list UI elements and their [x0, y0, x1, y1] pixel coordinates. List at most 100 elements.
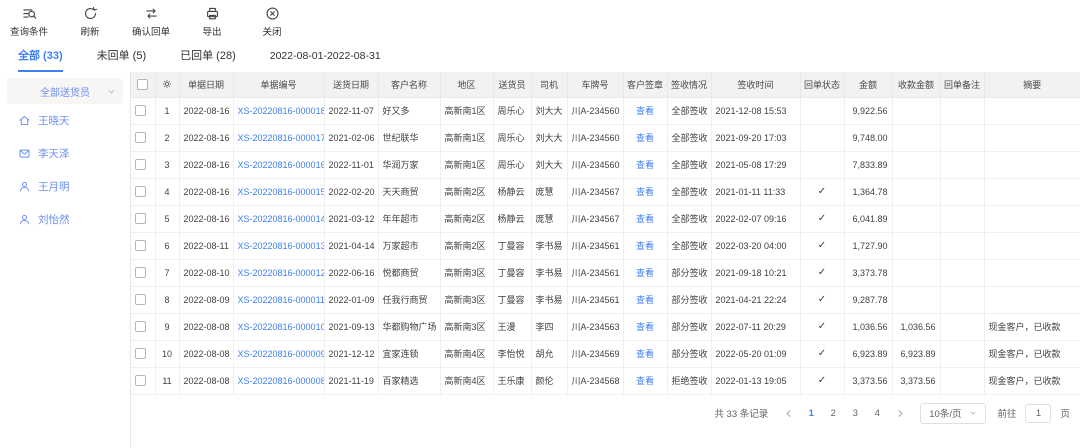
doc-no-link[interactable]: XS-20220816-000010 [238, 322, 325, 332]
cell-customer: 宜家连锁 [378, 340, 440, 367]
cell-sign_status: 部分签收 [667, 313, 711, 340]
doc-no-link[interactable]: XS-20220816-000008 [238, 376, 325, 386]
query-conditions-button[interactable]: 查询条件 [10, 6, 48, 38]
view-signature-link[interactable]: 查看 [636, 268, 654, 278]
cell-sign_time: 2021-04-21 22:24 [711, 286, 800, 313]
doc-no-link[interactable]: XS-20220816-000015 [238, 187, 325, 197]
doc-no-link[interactable]: XS-20220816-000016 [238, 160, 325, 170]
deliverer-name: 王月明 [38, 179, 70, 194]
cell-driver: 李书易 [531, 286, 567, 313]
refresh-button[interactable]: 刷新 [72, 6, 108, 38]
sidebar-item-deliverer[interactable]: 王晓天 [0, 104, 130, 137]
page-number-4[interactable]: 4 [868, 404, 886, 422]
column-settings-header[interactable] [155, 72, 179, 97]
cell-doc_date: 2022-08-16 [179, 151, 233, 178]
view-signature-link[interactable]: 查看 [636, 376, 654, 386]
export-button[interactable]: 导出 [194, 6, 230, 38]
view-signature-link[interactable]: 查看 [636, 187, 654, 197]
cell-summary [984, 232, 1080, 259]
cell-summary: 现金客户，已收款 [984, 340, 1080, 367]
close-button[interactable]: 关闭 [254, 6, 290, 38]
cell-view: 查看 [623, 313, 667, 340]
view-signature-link[interactable]: 查看 [636, 160, 654, 170]
cell-sign_status: 全部签收 [667, 151, 711, 178]
row-checkbox[interactable] [135, 240, 146, 251]
cell-plate: 川A-234567 [567, 178, 623, 205]
cell-deliverer: 王漫 [493, 313, 531, 340]
row-checkbox[interactable] [135, 105, 146, 116]
select-all-checkbox[interactable] [137, 79, 148, 90]
confirm-return-button[interactable]: 确认回单 [132, 6, 170, 38]
cell-driver: 庞慧 [531, 178, 567, 205]
doc-no-link[interactable]: XS-20220816-000014 [238, 214, 325, 224]
cell-check [131, 151, 155, 178]
page-number-3[interactable]: 3 [846, 404, 864, 422]
doc-no-link[interactable]: XS-20220816-000012 [238, 268, 325, 278]
header-sign-time: 签收时间 [711, 72, 800, 97]
table-row: 92022-08-08XS-20220816-0000102021-09-13华… [131, 313, 1080, 340]
cell-driver: 刘大大 [531, 124, 567, 151]
header-delivery-date: 送货日期 [324, 72, 378, 97]
view-signature-link[interactable]: 查看 [636, 349, 654, 359]
deliverer-filter-select[interactable]: 全部送货员 [7, 78, 123, 104]
cell-amount: 9,922.56 [844, 97, 892, 124]
gear-icon [161, 78, 173, 90]
row-checkbox[interactable] [135, 159, 146, 170]
row-checkbox[interactable] [135, 375, 146, 386]
goto-page-input[interactable] [1025, 404, 1051, 423]
sidebar-item-deliverer[interactable]: 王月明 [0, 170, 130, 203]
row-checkbox[interactable] [135, 321, 146, 332]
cell-received: 6,923.89 [892, 340, 940, 367]
cell-delivery_date: 2022-11-07 [324, 97, 378, 124]
page-size-select[interactable]: 10条/页 [920, 403, 986, 424]
sidebar-item-deliverer[interactable]: 李天泽 [0, 137, 130, 170]
chevron-down-icon [969, 409, 977, 417]
view-signature-link[interactable]: 查看 [636, 241, 654, 251]
doc-no-link[interactable]: XS-20220816-000018 [238, 106, 325, 116]
cell-view: 查看 [623, 97, 667, 124]
cell-seq: 7 [155, 259, 179, 286]
page-number-2[interactable]: 2 [824, 404, 842, 422]
home-icon [18, 114, 31, 127]
cell-check [131, 340, 155, 367]
cell-driver: 李书易 [531, 232, 567, 259]
cell-doc_date: 2022-08-08 [179, 340, 233, 367]
cell-summary [984, 205, 1080, 232]
view-signature-link[interactable]: 查看 [636, 322, 654, 332]
cell-seq: 5 [155, 205, 179, 232]
next-page-button[interactable] [891, 404, 909, 422]
cell-customer: 百家精选 [378, 367, 440, 394]
cell-received [892, 151, 940, 178]
cell-doc_no: XS-20220816-000018 [233, 97, 324, 124]
prev-page-button[interactable] [779, 404, 797, 422]
row-checkbox[interactable] [135, 267, 146, 278]
view-signature-link[interactable]: 查看 [636, 106, 654, 116]
view-signature-link[interactable]: 查看 [636, 295, 654, 305]
tab-returned[interactable]: 已回单 (28) [180, 40, 236, 72]
row-checkbox[interactable] [135, 294, 146, 305]
doc-no-link[interactable]: XS-20220816-000009 [238, 349, 325, 359]
page-number-1[interactable]: 1 [802, 404, 820, 422]
row-checkbox[interactable] [135, 186, 146, 197]
toolbar-label: 导出 [203, 24, 222, 38]
doc-no-link[interactable]: XS-20220816-000011 [238, 295, 325, 305]
header-doc-date: 单据日期 [179, 72, 233, 97]
cell-received [892, 178, 940, 205]
doc-no-link[interactable]: XS-20220816-000017 [238, 133, 325, 143]
row-checkbox[interactable] [135, 213, 146, 224]
sidebar-item-deliverer[interactable]: 刘怡然 [0, 203, 130, 236]
cell-amount: 3,373.78 [844, 259, 892, 286]
view-signature-link[interactable]: 查看 [636, 214, 654, 224]
row-checkbox[interactable] [135, 132, 146, 143]
doc-no-link[interactable]: XS-20220816-000013 [238, 241, 325, 251]
tab-not-returned[interactable]: 未回单 (5) [97, 40, 147, 72]
chevron-right-icon [896, 409, 905, 418]
chevron-down-icon [107, 87, 116, 96]
header-return-remark: 回单备注 [940, 72, 984, 97]
row-checkbox[interactable] [135, 348, 146, 359]
view-signature-link[interactable]: 查看 [636, 133, 654, 143]
deliverer-name: 王晓天 [38, 113, 70, 128]
header-summary: 摘要 [984, 72, 1080, 97]
tab-all[interactable]: 全部 (33) [18, 40, 63, 72]
cell-remark [940, 259, 984, 286]
